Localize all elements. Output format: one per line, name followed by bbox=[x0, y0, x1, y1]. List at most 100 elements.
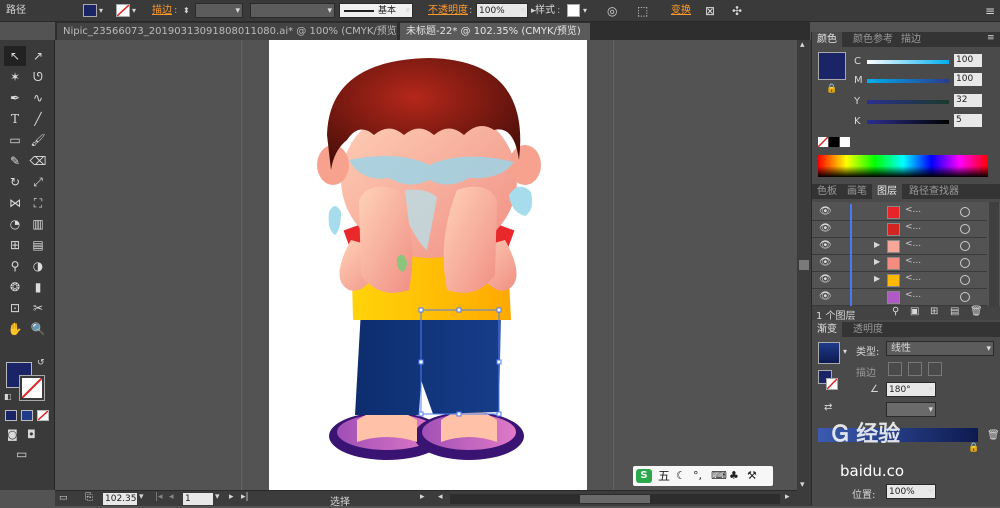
stroke-within-icon[interactable] bbox=[888, 362, 902, 376]
hscroll-thumb[interactable] bbox=[580, 495, 650, 503]
channel-m-input[interactable]: 100 bbox=[954, 73, 982, 86]
stroke-label[interactable]: 描边 bbox=[152, 3, 172, 19]
layer-row[interactable]: 👁 ▶ <... bbox=[812, 238, 987, 255]
tab-brushes[interactable]: 画笔 bbox=[842, 184, 872, 199]
new-layer-icon[interactable]: ▤ bbox=[950, 306, 959, 317]
delete-stop-icon[interactable]: 🗑 bbox=[987, 430, 1000, 441]
wrench-icon[interactable]: ⚒ bbox=[747, 469, 757, 482]
layer-row[interactable]: 👁 ▶ <... bbox=[812, 255, 987, 272]
channel-y-slider[interactable] bbox=[867, 100, 949, 104]
isolate-icon[interactable]: ⊠ bbox=[705, 3, 715, 19]
new-sublayer-icon[interactable]: ⊞ bbox=[930, 306, 938, 317]
prev-page-icon[interactable]: ◂ bbox=[169, 492, 174, 502]
vscroll-up-icon[interactable]: ▴ bbox=[800, 40, 805, 50]
fill-dropdown-icon[interactable]: ▾ bbox=[99, 3, 103, 19]
gradient-angle-input[interactable]: 180° bbox=[886, 382, 936, 397]
punctuation-icon[interactable]: °, bbox=[693, 469, 702, 482]
share-icon[interactable]: ⎘ bbox=[85, 492, 93, 503]
page-dropdown-icon[interactable]: ▾ bbox=[215, 492, 220, 502]
tab-stroke[interactable]: 描边 bbox=[896, 32, 926, 47]
channel-y-input[interactable]: 32 bbox=[954, 94, 982, 107]
stroke-across-icon[interactable] bbox=[928, 362, 942, 376]
white-color-icon[interactable] bbox=[840, 137, 850, 147]
panel-menu-icon[interactable]: ≡ bbox=[985, 3, 995, 19]
channel-c-input[interactable]: 100 bbox=[954, 54, 982, 67]
brush-dropdown[interactable]: 基本 bbox=[339, 3, 413, 18]
first-page-icon[interactable]: |◂ bbox=[155, 492, 163, 502]
tab-gradient[interactable]: 渐变 bbox=[812, 322, 842, 337]
eye-icon[interactable]: 👁 bbox=[819, 240, 832, 251]
gradient-stroke-box[interactable] bbox=[826, 378, 838, 390]
gradient-preview-swatch[interactable] bbox=[818, 342, 840, 364]
status-menu-icon[interactable]: ▸ bbox=[420, 492, 425, 502]
gradient-mode-icon[interactable] bbox=[21, 410, 33, 421]
next-page-icon[interactable]: ▸ bbox=[229, 492, 234, 502]
tab-color-guide[interactable]: 颜色参考 bbox=[848, 32, 898, 47]
recolor-icon[interactable]: ◎ bbox=[607, 3, 617, 19]
horizontal-scrollbar[interactable] bbox=[450, 494, 780, 504]
panel-menu-icon[interactable]: ≡ bbox=[987, 33, 995, 43]
target-icon[interactable] bbox=[960, 241, 970, 251]
pen-tool-icon[interactable]: ✒ bbox=[4, 88, 26, 108]
variable-width-dropdown[interactable] bbox=[250, 3, 335, 18]
stroke-weight-stepper[interactable]: ⬍ bbox=[183, 3, 190, 19]
gradient-tool-icon[interactable]: ▤ bbox=[27, 235, 49, 255]
ime-toolbar[interactable]: S 五 ☾ °, ⌨ ♣ ⚒ bbox=[633, 466, 773, 486]
target-icon[interactable] bbox=[960, 292, 970, 302]
color-spectrum[interactable] bbox=[818, 155, 988, 177]
expand-arrow-icon[interactable]: ▶ bbox=[874, 240, 880, 249]
tab-pathfinder[interactable]: 路径查找器 bbox=[904, 184, 964, 199]
zoom-input[interactable]: 102.35 bbox=[103, 493, 137, 505]
skin-icon[interactable]: ♣ bbox=[729, 469, 739, 482]
eye-icon[interactable]: 👁 bbox=[819, 206, 832, 217]
stroke-along-icon[interactable] bbox=[908, 362, 922, 376]
keyboard-icon[interactable]: ⌨ bbox=[711, 469, 727, 482]
line-tool-icon[interactable]: ╱ bbox=[27, 109, 49, 129]
ime-mode-label[interactable]: 五 bbox=[658, 469, 670, 483]
crying-boy-illustration[interactable] bbox=[269, 40, 587, 490]
rectangle-tool-icon[interactable]: ▭ bbox=[4, 130, 26, 150]
tab-untitled-22[interactable]: 未标题-22* @ 102.35% (CMYK/预览) × bbox=[400, 23, 590, 40]
screen-mode-icon[interactable]: ▭ bbox=[16, 447, 27, 461]
channel-m-slider[interactable] bbox=[867, 79, 949, 83]
target-icon[interactable] bbox=[960, 275, 970, 285]
selection-tool-icon[interactable]: ↖ bbox=[4, 46, 26, 66]
color-mode-icon[interactable] bbox=[5, 410, 17, 421]
eraser-tool-icon[interactable]: ⌫ bbox=[27, 151, 49, 171]
align-icon[interactable]: ⬚ bbox=[637, 3, 648, 19]
default-colors-icon[interactable]: ◧ bbox=[4, 392, 12, 401]
vscroll-down-icon[interactable]: ▾ bbox=[800, 480, 805, 490]
layer-row[interactable]: 👁 <... bbox=[812, 204, 987, 221]
gradient-position-input[interactable]: 100% bbox=[886, 484, 936, 499]
delete-layer-icon[interactable]: 🗑 bbox=[970, 306, 983, 317]
target-icon[interactable] bbox=[960, 224, 970, 234]
vscroll-thumb[interactable] bbox=[799, 260, 809, 270]
target-icon[interactable] bbox=[960, 258, 970, 268]
layer-row[interactable]: 👁 <... bbox=[812, 289, 987, 306]
vertical-scrollbar[interactable]: ▴ ▾ bbox=[797, 40, 811, 506]
tab-swatches[interactable]: 色板 bbox=[812, 184, 842, 199]
pencil-tool-icon[interactable]: ✎ bbox=[4, 151, 26, 171]
tab-nipic-document[interactable]: Nipic_23566073_20190313091808011080.ai* … bbox=[57, 23, 397, 40]
hscroll-left-icon[interactable]: ◂ bbox=[438, 492, 443, 502]
eye-icon[interactable]: 👁 bbox=[819, 223, 832, 234]
aspect-ratio-input[interactable] bbox=[886, 402, 936, 417]
draw-behind-icon[interactable]: ◘ bbox=[27, 428, 36, 441]
none-color-icon[interactable] bbox=[818, 137, 828, 147]
gradient-type-dropdown[interactable]: 线性 bbox=[886, 341, 994, 356]
clipping-mask-icon[interactable]: ▣ bbox=[910, 306, 919, 317]
transform-link[interactable]: 变换 bbox=[671, 3, 691, 19]
stroke-swatch[interactable] bbox=[116, 4, 130, 17]
layer-row[interactable]: 👁 ▶ <... bbox=[812, 272, 987, 289]
mesh-tool-icon[interactable]: ⊞ bbox=[4, 235, 26, 255]
curvature-tool-icon[interactable]: ∿ bbox=[27, 88, 49, 108]
opacity-input[interactable]: 100% bbox=[476, 3, 528, 18]
stroke-dropdown-icon[interactable]: ▾ bbox=[132, 3, 136, 19]
artboard-tool-icon[interactable]: ⊡ bbox=[4, 298, 26, 318]
eyedropper-tool-icon[interactable]: ⚲ bbox=[4, 256, 26, 276]
shape-builder-tool-icon[interactable]: ◔ bbox=[4, 214, 26, 234]
color-panel-fill-swatch[interactable] bbox=[818, 52, 846, 80]
free-transform-tool-icon[interactable]: ⛶ bbox=[27, 193, 49, 213]
zoom-tool-icon[interactable]: 🔍 bbox=[27, 319, 49, 339]
hscroll-right-icon[interactable]: ▸ bbox=[785, 492, 790, 502]
